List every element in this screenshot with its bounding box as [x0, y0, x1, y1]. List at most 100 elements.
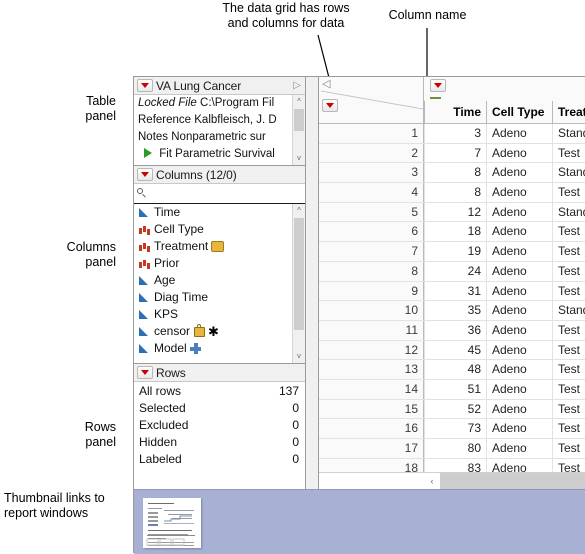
column-header-treatment[interactable]: Treatment — [552, 101, 585, 123]
formula-star-icon[interactable]: ✱ — [208, 325, 219, 338]
cell-treatment[interactable]: Test — [552, 183, 585, 202]
rows-stat-excluded[interactable]: Excluded 0 — [134, 417, 305, 434]
column-header-cell-type[interactable]: Cell Type — [486, 101, 552, 123]
cell-treatment[interactable]: Test — [552, 261, 585, 281]
plus-badge-icon[interactable] — [189, 343, 201, 354]
rows-stat-labeled[interactable]: Labeled 0 — [134, 451, 305, 468]
cell-treatment[interactable]: Test — [552, 360, 585, 379]
cell-cell_type[interactable]: Adeno — [486, 183, 552, 202]
table-row[interactable]: 14 51 Adeno Test — [319, 379, 585, 400]
cell-cell_type[interactable]: Adeno — [486, 163, 552, 183]
table-row[interactable]: 1035AdenoStandard — [319, 301, 585, 321]
row-number-cell[interactable]: 3 — [319, 163, 424, 183]
nominal-type-icon[interactable] — [139, 258, 150, 269]
cell-cell_type[interactable]: Adeno — [486, 320, 552, 340]
hscroll-track[interactable] — [440, 473, 585, 489]
scroll-down-icon[interactable]: ˅ — [293, 152, 305, 165]
cell-treatment[interactable]: Test — [552, 320, 585, 340]
row-number-cell[interactable]: 13 — [319, 360, 424, 379]
column-list-item-kps[interactable]: KPS — [134, 306, 305, 323]
report-thumbnail[interactable] — [143, 498, 201, 548]
continuous-type-icon[interactable] — [139, 343, 150, 354]
cell-treatment[interactable]: Test — [552, 340, 585, 360]
cell-treatment[interactable]: Test — [552, 458, 585, 472]
table-row[interactable]: 4 8 Adeno Test — [319, 183, 585, 203]
row-number-cell[interactable]: 14 — [319, 379, 424, 399]
scrollbar-thumb[interactable] — [294, 218, 304, 330]
table-row[interactable]: 15 52 Adeno Test — [319, 399, 585, 420]
cell-treatment[interactable]: Standard — [552, 301, 585, 320]
cell-cell_type[interactable]: Adeno — [486, 340, 552, 360]
table-row[interactable]: 2 7 Adeno Test — [319, 143, 585, 164]
cell-cell_type[interactable]: Adeno — [486, 419, 552, 438]
cell-time[interactable]: 8 — [424, 183, 486, 202]
cell-cell_type[interactable]: Adeno — [486, 458, 552, 472]
chevron-right-icon[interactable]: ▷ — [293, 80, 301, 91]
row-number-cell[interactable]: 6 — [319, 222, 424, 242]
column-list-item-prior[interactable]: Prior — [134, 255, 305, 272]
nominal-type-icon[interactable] — [139, 241, 150, 252]
cell-time[interactable]: 12 — [424, 202, 486, 222]
rows-stat-selected[interactable]: Selected 0 — [134, 400, 305, 417]
scroll-up-icon[interactable]: ^ — [293, 204, 305, 217]
column-list-item-model[interactable]: Model — [134, 340, 305, 357]
row-number-cell[interactable]: 17 — [319, 439, 424, 458]
cell-time[interactable]: 7 — [424, 143, 486, 163]
table-row[interactable]: 38AdenoStandard — [319, 163, 585, 184]
cell-time[interactable]: 31 — [424, 281, 486, 301]
row-number-cell[interactable]: 15 — [319, 399, 424, 419]
cell-time[interactable]: 80 — [424, 439, 486, 458]
cell-time[interactable]: 35 — [424, 301, 486, 320]
row-number-cell[interactable]: 4 — [319, 183, 424, 202]
cell-cell_type[interactable]: Adeno — [486, 124, 552, 143]
row-number-cell[interactable]: 1 — [319, 124, 424, 143]
cell-cell_type[interactable]: Adeno — [486, 222, 552, 242]
row-number-cell[interactable]: 11 — [319, 320, 424, 340]
table-row[interactable]: 12 45 Adeno Test — [319, 340, 585, 361]
table-row[interactable]: 13 48 Adeno Test — [319, 360, 585, 380]
cell-time[interactable]: 8 — [424, 163, 486, 183]
nominal-type-icon[interactable] — [139, 224, 150, 235]
rows-stat-hidden[interactable]: Hidden 0 — [134, 434, 305, 451]
table-row[interactable]: 8 24 Adeno Test — [319, 261, 585, 282]
continuous-type-icon[interactable] — [139, 309, 150, 320]
cell-treatment[interactable]: Test — [552, 242, 585, 261]
table-panel-scrollbar[interactable]: ^ ˅ — [292, 95, 305, 165]
columns-search-bar[interactable] — [134, 184, 305, 204]
cell-time[interactable]: 45 — [424, 340, 486, 360]
rows-stat-all-rows[interactable]: All rows 137 — [134, 383, 305, 400]
columns-search-input[interactable] — [151, 186, 302, 201]
cell-treatment[interactable]: Test — [552, 143, 585, 163]
table-row[interactable]: 18 83 Adeno Test — [319, 458, 585, 472]
cell-time[interactable]: 19 — [424, 242, 486, 261]
table-panel-header[interactable]: VA Lung Cancer ▷ — [134, 77, 305, 95]
column-list-item-treatment[interactable]: Treatment — [134, 238, 305, 255]
table-row[interactable]: 9 31 Adeno Test — [319, 281, 585, 302]
cell-time[interactable]: 51 — [424, 379, 486, 399]
cell-treatment[interactable]: Standard — [552, 163, 585, 183]
cell-time[interactable]: 18 — [424, 222, 486, 242]
scroll-down-icon[interactable]: ˅ — [293, 350, 305, 363]
column-list-item-censor[interactable]: censor ✱ — [134, 323, 305, 340]
panel-splitter-scrollbar[interactable] — [306, 77, 319, 489]
continuous-type-icon[interactable] — [139, 292, 150, 303]
cell-cell_type[interactable]: Adeno — [486, 281, 552, 301]
table-row[interactable]: 7 19 Adeno Test — [319, 242, 585, 262]
column-list-item-diag-time[interactable]: Diag Time — [134, 289, 305, 306]
columns-panel-header[interactable]: Columns (12/0) — [134, 166, 305, 184]
scroll-left-icon[interactable]: ‹ — [424, 473, 440, 489]
scrollbar-thumb[interactable] — [294, 109, 304, 131]
run-script-icon[interactable] — [144, 148, 152, 158]
cell-treatment[interactable]: Test — [552, 419, 585, 438]
cell-treatment[interactable]: Test — [552, 281, 585, 301]
cell-cell_type[interactable]: Adeno — [486, 261, 552, 281]
column-list-item-time[interactable]: Time — [134, 204, 305, 221]
cell-treatment[interactable]: Test — [552, 379, 585, 399]
table-row[interactable]: 16 73 Adeno Test — [319, 419, 585, 439]
note-badge-icon[interactable] — [211, 241, 225, 252]
cell-cell_type[interactable]: Adeno — [486, 143, 552, 163]
cell-time[interactable]: 48 — [424, 360, 486, 379]
cell-treatment[interactable]: Standard — [552, 124, 585, 143]
table-script-row[interactable]: Fit Parametric Survival — [134, 146, 305, 163]
row-number-cell[interactable]: 9 — [319, 281, 424, 301]
